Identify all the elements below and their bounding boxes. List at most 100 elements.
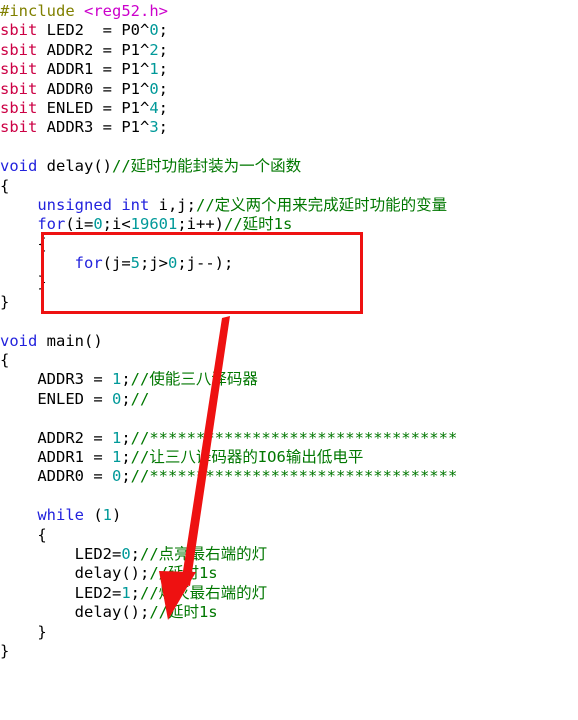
code-token: sbit [0, 79, 38, 98]
code-token: 0 [149, 21, 159, 40]
code-token: sbit [0, 60, 38, 79]
code-line: #include <reg52.h> [0, 2, 578, 21]
code-line: sbit ADDR3 = P1^3; [0, 118, 578, 137]
code-token: ^ [139, 60, 150, 79]
code-token: 0 [168, 254, 178, 273]
code-token: 5 [130, 254, 140, 273]
code-line: void main() [0, 332, 578, 351]
code-token: 0 [93, 215, 103, 234]
code-token: i,j; [149, 195, 196, 214]
code-token: delay(); [0, 603, 150, 622]
code-line: sbit ADDR1 = P1^1; [0, 60, 578, 79]
code-token: (j= [102, 254, 131, 273]
code-token: #include [0, 2, 84, 20]
code-line: for(i=0;i<19601;i++)//延时1s [0, 215, 578, 234]
code-token: 1 [121, 583, 131, 602]
code-token: while [37, 506, 84, 525]
code-line: } [0, 293, 578, 312]
code-token: for [37, 215, 66, 234]
code-token: //点亮最右端的灯 [140, 544, 268, 563]
code-line: delay();//延时1s [0, 564, 578, 583]
code-token: LED2= [0, 544, 122, 563]
code-token: ; [158, 118, 169, 137]
code-token: ; [121, 428, 131, 447]
code-line: ADDR2 = 1;//****************************… [0, 429, 578, 448]
code-token: //延时1s [149, 564, 218, 583]
code-token: //延时功能封装为一个函数 [111, 157, 302, 176]
code-token: 4 [149, 98, 159, 117]
code-token: //********************************* [130, 467, 458, 486]
code-token: ; [121, 370, 131, 389]
code-token: ; [121, 447, 131, 466]
code-token: 2 [149, 40, 159, 59]
code-line: { [0, 177, 578, 196]
code-token: 3 [149, 118, 159, 137]
code-token: 1 [102, 506, 113, 525]
code-line: delay();//延时1s [0, 603, 578, 622]
code-line: } [0, 623, 578, 642]
code-token: ; [158, 60, 169, 79]
code-token: ; [158, 79, 169, 98]
code-token: ADDR2 = P1 [37, 40, 140, 59]
code-token: ADDR1 = P1 [37, 60, 140, 79]
code-token: 0 [149, 79, 159, 98]
code-line: { [0, 351, 578, 370]
code-line: sbit ADDR0 = P1^0; [0, 80, 578, 99]
code-token: 1 [111, 447, 122, 466]
code-token: // [130, 389, 150, 408]
code-token: ; [158, 21, 169, 40]
code-token: delay() [37, 157, 112, 176]
code-line: void delay()//延时功能封装为一个函数 [0, 157, 578, 176]
code-token: ADDR1 = [0, 447, 112, 466]
code-token: sbit [0, 118, 38, 137]
code-token: //让三八译码器的IO6输出低电平 [130, 447, 364, 466]
code-token: 1 [111, 428, 122, 447]
code-token: { [0, 176, 10, 195]
code-token: void [0, 331, 38, 350]
code-line: } [0, 642, 578, 661]
code-token: ) [112, 506, 122, 525]
code-token: sbit [0, 21, 38, 40]
code-token: ; [130, 544, 141, 563]
code-token: 0 [121, 544, 131, 563]
code-token: ADDR0 = P1 [37, 79, 140, 98]
code-token: ^ [139, 79, 150, 98]
code-token: ;i< [102, 215, 131, 234]
code-line: unsigned int i,j;//定义两个用来完成延时功能的变量 [0, 196, 578, 215]
code-token: ;i++) [177, 215, 225, 234]
code-token: { [0, 525, 47, 544]
code-token: //延时1s [224, 215, 293, 234]
code-token: 0 [111, 389, 122, 408]
code-token: 19601 [130, 215, 178, 234]
code-token: <reg52.h> [84, 2, 168, 20]
code-token: ; [121, 389, 131, 408]
code-listing[interactable]: #include <reg52.h> sbit LED2 = P0^0; sbit … [0, 0, 578, 720]
code-token: ^ [139, 21, 150, 40]
code-line: { [0, 235, 578, 254]
code-token: ENLED = [0, 389, 112, 408]
code-token: ^ [139, 40, 150, 59]
code-line: ADDR0 = 0;//****************************… [0, 467, 578, 486]
code-token: unsigned int [37, 195, 150, 214]
code-line: LED2=0;//点亮最右端的灯 [0, 545, 578, 564]
code-token: for [74, 254, 103, 273]
code-line: } [0, 273, 578, 292]
code-token: ;j--); [177, 254, 234, 273]
code-token: sbit [0, 40, 38, 59]
code-token: ;j> [140, 254, 168, 273]
code-token: 1 [111, 370, 122, 389]
code-token: { [0, 234, 47, 253]
code-token: //********************************* [130, 428, 458, 447]
code-token: } [0, 622, 47, 641]
code-token: } [0, 273, 47, 292]
code-token: main() [37, 331, 103, 350]
code-token: void [0, 157, 38, 176]
code-line: while (1) [0, 506, 578, 525]
